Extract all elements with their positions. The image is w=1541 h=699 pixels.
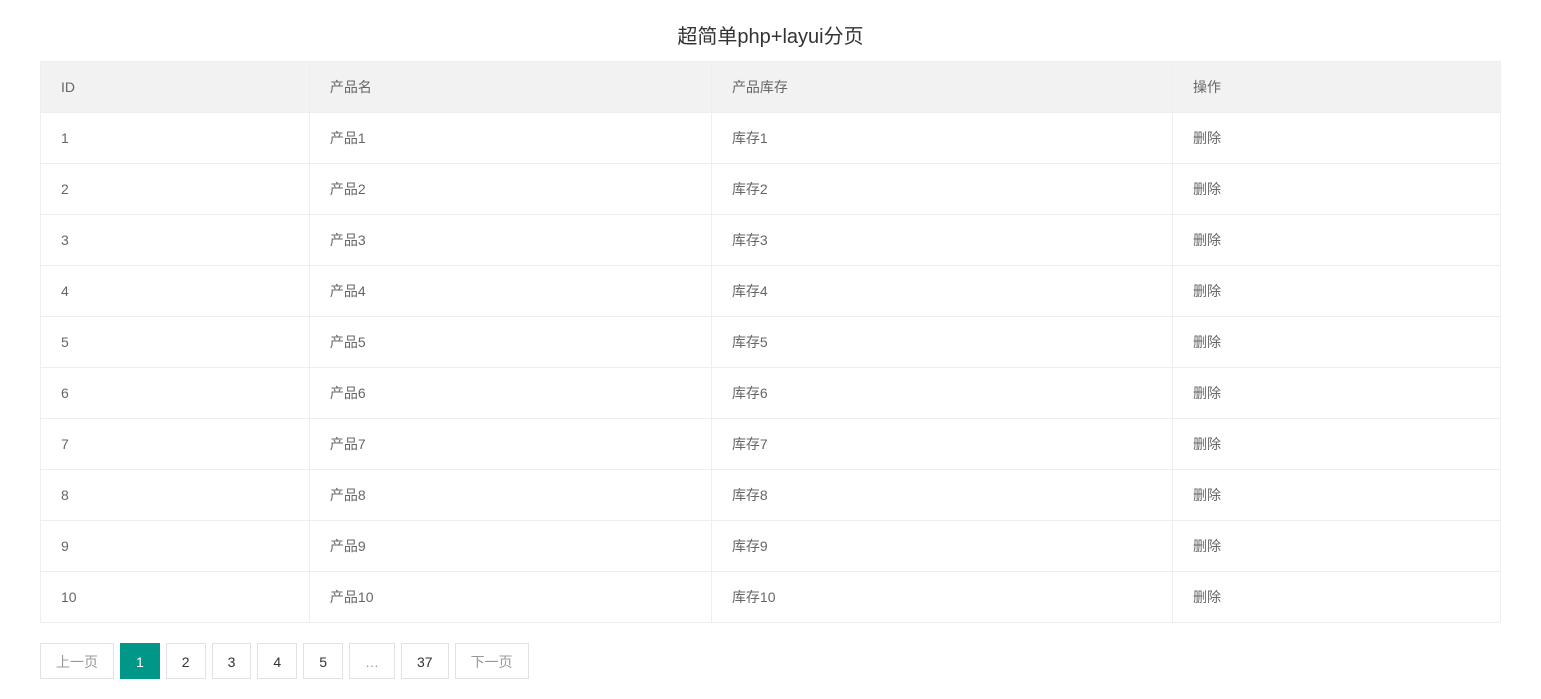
cell-stock: 库存4: [711, 266, 1172, 317]
delete-button[interactable]: 删除: [1193, 538, 1221, 554]
pagination: 上一页12345…37下一页: [40, 643, 1501, 679]
delete-button[interactable]: 删除: [1193, 334, 1221, 350]
cell-name: 产品10: [309, 572, 711, 623]
pagination-last[interactable]: 37: [401, 643, 449, 679]
column-name: 产品名: [309, 62, 711, 113]
cell-stock: 库存6: [711, 368, 1172, 419]
cell-id: 9: [41, 521, 310, 572]
cell-stock: 库存2: [711, 164, 1172, 215]
table-row: 3产品3库存3 删除: [41, 215, 1501, 266]
cell-name: 产品8: [309, 470, 711, 521]
cell-name: 产品1: [309, 113, 711, 164]
delete-button[interactable]: 删除: [1193, 436, 1221, 452]
pagination-ellipsis: …: [349, 643, 395, 679]
delete-button[interactable]: 删除: [1193, 181, 1221, 197]
cell-name: 产品3: [309, 215, 711, 266]
cell-id: 6: [41, 368, 310, 419]
cell-action: 删除: [1173, 521, 1501, 572]
table-row: 2产品2库存2 删除: [41, 164, 1501, 215]
delete-button[interactable]: 删除: [1193, 232, 1221, 248]
cell-stock: 库存3: [711, 215, 1172, 266]
table-header-row: ID 产品名 产品库存 操作: [41, 62, 1501, 113]
delete-button[interactable]: 删除: [1193, 130, 1221, 146]
cell-action: 删除: [1173, 470, 1501, 521]
cell-id: 2: [41, 164, 310, 215]
cell-id: 7: [41, 419, 310, 470]
cell-name: 产品7: [309, 419, 711, 470]
table-row: 5产品5库存5 删除: [41, 317, 1501, 368]
cell-name: 产品6: [309, 368, 711, 419]
column-id: ID: [41, 62, 310, 113]
page-title: 超简单php+layui分页: [40, 20, 1501, 49]
cell-action: 删除: [1173, 572, 1501, 623]
delete-button[interactable]: 删除: [1193, 283, 1221, 299]
cell-name: 产品5: [309, 317, 711, 368]
pagination-page-4[interactable]: 4: [257, 643, 297, 679]
cell-action: 删除: [1173, 419, 1501, 470]
cell-stock: 库存7: [711, 419, 1172, 470]
cell-id: 10: [41, 572, 310, 623]
table-row: 8产品8库存8 删除: [41, 470, 1501, 521]
cell-name: 产品9: [309, 521, 711, 572]
cell-stock: 库存1: [711, 113, 1172, 164]
table-row: 4产品4库存4 删除: [41, 266, 1501, 317]
cell-stock: 库存9: [711, 521, 1172, 572]
table-row: 6产品6库存6 删除: [41, 368, 1501, 419]
cell-action: 删除: [1173, 215, 1501, 266]
cell-action: 删除: [1173, 266, 1501, 317]
cell-name: 产品4: [309, 266, 711, 317]
pagination-page-2[interactable]: 2: [166, 643, 206, 679]
cell-stock: 库存5: [711, 317, 1172, 368]
pagination-page-5[interactable]: 5: [303, 643, 343, 679]
cell-action: 删除: [1173, 113, 1501, 164]
cell-id: 4: [41, 266, 310, 317]
table-row: 1产品1库存1 删除: [41, 113, 1501, 164]
delete-button[interactable]: 删除: [1193, 589, 1221, 605]
cell-action: 删除: [1173, 164, 1501, 215]
cell-stock: 库存10: [711, 572, 1172, 623]
cell-id: 5: [41, 317, 310, 368]
product-table: ID 产品名 产品库存 操作 1产品1库存1删除2产品2库存2删除3产品3库存3…: [40, 61, 1501, 623]
cell-id: 8: [41, 470, 310, 521]
cell-name: 产品2: [309, 164, 711, 215]
column-stock: 产品库存: [711, 62, 1172, 113]
column-action: 操作: [1173, 62, 1501, 113]
pagination-page-3[interactable]: 3: [212, 643, 252, 679]
pagination-prev[interactable]: 上一页: [40, 643, 114, 679]
table-row: 10产品10库存10 删除: [41, 572, 1501, 623]
pagination-next[interactable]: 下一页: [455, 643, 529, 679]
cell-action: 删除: [1173, 368, 1501, 419]
pagination-page-1[interactable]: 1: [120, 643, 160, 679]
cell-id: 3: [41, 215, 310, 266]
cell-stock: 库存8: [711, 470, 1172, 521]
delete-button[interactable]: 删除: [1193, 385, 1221, 401]
cell-action: 删除: [1173, 317, 1501, 368]
table-row: 9产品9库存9 删除: [41, 521, 1501, 572]
table-row: 7产品7库存7 删除: [41, 419, 1501, 470]
cell-id: 1: [41, 113, 310, 164]
delete-button[interactable]: 删除: [1193, 487, 1221, 503]
